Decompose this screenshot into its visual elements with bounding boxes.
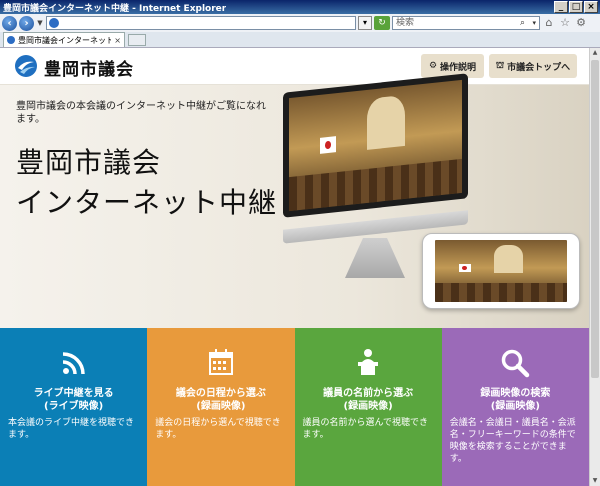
monitor-illustration: [283, 73, 468, 218]
scroll-up-icon[interactable]: ▲: [590, 48, 600, 58]
home-icon[interactable]: ⌂: [542, 16, 556, 30]
tile-member-title: 議員の名前から選ぶ (録画映像): [295, 387, 442, 413]
search-icon[interactable]: ⌕: [520, 17, 525, 29]
chamber-image-small: [435, 240, 567, 302]
address-dropdown-button[interactable]: ▾: [358, 16, 372, 30]
gear-icon[interactable]: ⚙: [574, 16, 588, 30]
tile-member-title-line1: 議員の名前から選ぶ: [323, 388, 414, 399]
page-scrollbar[interactable]: ▲ ▼: [589, 48, 600, 486]
tab-label: 豊岡市議会インターネット中継: [18, 35, 112, 45]
council-top-button[interactable]: ⛫ 市議会トップへ: [489, 54, 577, 78]
chamber-image: [289, 79, 462, 212]
favorites-icon[interactable]: ☆: [558, 16, 572, 30]
help-label: 操作説明: [440, 62, 477, 73]
calendar-icon: [147, 348, 294, 378]
address-bar: ‹ › ▼ ▾ ↻ 検索 ⌕ ▾ ⌂ ☆ ⚙: [0, 14, 600, 32]
back-button[interactable]: ‹: [2, 15, 17, 31]
search-icon: [442, 348, 589, 378]
tab-close-icon[interactable]: ×: [114, 36, 121, 45]
tile-schedule-title-line2: (録画映像): [196, 401, 246, 412]
tile-schedule-title-line1: 議会の日程から選ぶ: [175, 388, 266, 399]
tab-bar: 豊岡市議会インターネット中継 ×: [0, 32, 600, 48]
window-title: 豊岡市議会インターネット中継 - Internet Explorer: [3, 3, 227, 14]
tile-schedule-desc: 議会の日程から選んで視聴できます。: [155, 418, 281, 440]
site-header: 豊岡市議会 ⚙ 操作説明 ⛫ 市議会トップへ: [0, 48, 589, 85]
hero-title-line2: インターネット中継: [16, 186, 278, 219]
tile-member-desc: 議員の名前から選んで視聴できます。: [302, 418, 429, 440]
close-window-button[interactable]: ×: [584, 1, 598, 13]
scroll-thumb[interactable]: [591, 60, 599, 378]
scroll-down-icon[interactable]: ▼: [590, 476, 600, 486]
refresh-button[interactable]: ↻: [374, 16, 390, 30]
tile-member-title-line2: (録画映像): [343, 401, 393, 412]
minimize-button[interactable]: _: [554, 1, 568, 13]
search-placeholder: 検索: [396, 18, 415, 28]
tile-live[interactable]: ライブ中継を見る (ライブ映像) 本会議のライブ中継を視聴できます。: [0, 328, 148, 486]
tile-member[interactable]: 議員の名前から選ぶ (録画映像) 議員の名前から選んで視聴できます。: [294, 328, 442, 486]
hero-title-line1: 豊岡市議会: [16, 146, 162, 179]
forward-button[interactable]: ›: [19, 15, 34, 31]
search-input[interactable]: 検索 ⌕ ▾: [392, 16, 540, 30]
tile-schedule-title: 議会の日程から選ぶ (録画映像): [147, 387, 294, 413]
page-icon: [49, 18, 59, 28]
window-controls: _ □ ×: [554, 1, 598, 13]
tile-search-desc: 会議名・会議日・議員名・会派名・フリーキーワードの条件で映像を検索することができ…: [449, 418, 576, 464]
gear-icon: ⚙: [428, 61, 438, 71]
speaker-podium-icon: [295, 348, 442, 378]
history-dropdown-icon[interactable]: ▼: [36, 19, 44, 27]
council-logo-icon[interactable]: [14, 54, 38, 78]
search-dropdown-icon[interactable]: ▾: [532, 17, 536, 29]
menu-tiles: ライブ中継を見る (ライブ映像) 本会議のライブ中継を視聴できます。 議会の日程…: [0, 328, 589, 486]
page-content: 豊岡市議会 ⚙ 操作説明 ⛫ 市議会トップへ 豊岡市議会の本会議のインターネット…: [0, 48, 589, 486]
tile-live-title-line2: (ライブ映像): [44, 401, 104, 412]
smartphone-illustration: [422, 233, 580, 309]
tile-search-title-line1: 録画映像の検索: [480, 388, 551, 399]
tab-favicon: [7, 36, 15, 44]
building-icon: ⛫: [495, 60, 505, 71]
maximize-button[interactable]: □: [569, 1, 583, 13]
tile-live-title: ライブ中継を見る (ライブ映像): [0, 387, 147, 413]
window-titlebar: 豊岡市議会インターネット中継 - Internet Explorer _ □ ×: [0, 0, 600, 14]
hero-subtitle: 豊岡市議会の本会議のインターネット中継がご覧になれます。: [16, 101, 266, 125]
wifi-icon: [0, 348, 147, 378]
url-input[interactable]: [46, 16, 356, 30]
hero-title: 豊岡市議会 インターネット中継: [16, 143, 277, 223]
tile-live-title-line1: ライブ中継を見る: [33, 388, 114, 399]
tile-search[interactable]: 録画映像の検索 (録画映像) 会議名・会議日・議員名・会派名・フリーキーワードの…: [441, 328, 589, 486]
tile-search-title: 録画映像の検索 (録画映像): [442, 387, 589, 413]
tab-current[interactable]: 豊岡市議会インターネット中継 ×: [3, 32, 125, 47]
new-tab-button[interactable]: [128, 34, 146, 46]
tile-schedule[interactable]: 議会の日程から選ぶ (録画映像) 議会の日程から選んで視聴できます。: [147, 328, 295, 486]
council-top-label: 市議会トップへ: [507, 62, 571, 73]
site-name[interactable]: 豊岡市議会: [44, 55, 134, 80]
tile-search-title-line2: (録画映像): [490, 401, 540, 412]
tile-live-desc: 本会議のライブ中継を視聴できます。: [8, 418, 135, 440]
